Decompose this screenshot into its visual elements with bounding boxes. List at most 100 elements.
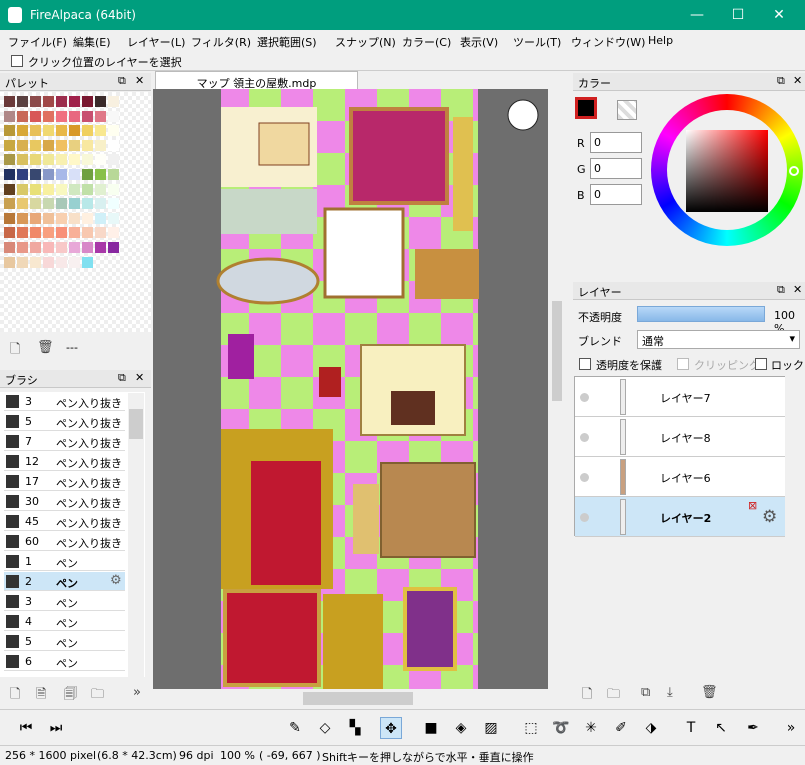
brush-item[interactable]: 4 ペン <box>4 612 125 631</box>
visibility-icon[interactable] <box>580 433 589 442</box>
palette-swatch[interactable] <box>95 198 106 210</box>
r-input[interactable]: 0 <box>590 132 642 153</box>
canvas-vertical-scrollbar[interactable] <box>548 91 566 689</box>
brush-item[interactable]: 3 ペン入り抜き <box>4 392 125 411</box>
layer-clear-icon[interactable]: ⊠ <box>748 499 757 512</box>
palette-swatch[interactable] <box>4 96 15 107</box>
palette-swatch[interactable] <box>30 125 41 137</box>
palette-swatch[interactable] <box>4 242 15 253</box>
g-input[interactable]: 0 <box>590 158 642 179</box>
undock-icon[interactable]: ⧉ <box>118 74 126 88</box>
gear-icon[interactable]: ⚙ <box>110 573 122 588</box>
palette-swatch[interactable] <box>82 110 93 122</box>
palette-swatch[interactable] <box>30 212 41 224</box>
brush-item[interactable]: 60 ペン入り抜き <box>4 532 125 551</box>
palette-swatch[interactable] <box>56 242 67 253</box>
select-rect-tool-icon[interactable]: ⬚ <box>520 717 542 739</box>
palette-swatch[interactable] <box>95 125 106 137</box>
hue-handle[interactable] <box>789 166 799 176</box>
palette-swatch[interactable] <box>43 212 54 224</box>
palette-swatch[interactable] <box>95 139 106 151</box>
palette-swatch[interactable] <box>4 256 15 268</box>
menu-edit[interactable]: 編集(E) <box>73 34 111 50</box>
palette-swatch[interactable] <box>30 183 41 195</box>
hue-wheel[interactable] <box>651 94 803 246</box>
layer-row[interactable]: レイヤー7 <box>575 377 785 417</box>
palette-swatch[interactable] <box>17 125 28 137</box>
clipping-checkbox[interactable] <box>677 358 689 370</box>
palette-swatch[interactable] <box>4 110 15 122</box>
palette-swatch[interactable] <box>108 139 119 151</box>
palette-swatch[interactable] <box>30 139 41 151</box>
palette-swatch[interactable] <box>69 256 80 268</box>
palette-swatch[interactable] <box>69 125 80 137</box>
palette-swatch[interactable] <box>69 110 80 122</box>
new-layer-icon[interactable]: 🗋 <box>582 685 592 707</box>
palette-swatch[interactable] <box>43 139 54 151</box>
palette-swatch[interactable] <box>56 256 67 268</box>
canvas-image[interactable] <box>153 89 548 689</box>
palette-swatch[interactable] <box>17 96 28 107</box>
eraser-tool-icon[interactable]: ◇ <box>314 717 336 739</box>
palette-swatch[interactable] <box>17 139 28 151</box>
close-icon[interactable]: ✕ <box>135 74 144 87</box>
magic-wand-tool-icon[interactable]: ✳ <box>580 717 602 739</box>
document-tab[interactable]: マップ 領主の屋敷.mdp <box>155 71 358 91</box>
palette-swatch[interactable] <box>17 256 28 268</box>
folder-icon[interactable]: 🗀 <box>607 685 620 707</box>
text-tool-icon[interactable]: T <box>680 717 702 739</box>
palette-swatch[interactable] <box>4 183 15 195</box>
palette-swatch[interactable] <box>30 110 41 122</box>
palette-swatch[interactable] <box>17 198 28 210</box>
select-layer-checkbox[interactable] <box>11 55 23 67</box>
palette-swatch[interactable] <box>82 242 93 253</box>
new-brush-icon[interactable]: 🗋 <box>10 685 20 707</box>
more-icon[interactable]: » <box>133 685 141 700</box>
brush-copy-icon[interactable]: 🗎 <box>36 685 46 707</box>
palette-swatch[interactable] <box>30 242 41 253</box>
undock-icon[interactable]: ⧉ <box>118 371 126 385</box>
transparent-color-swatch[interactable] <box>617 100 637 120</box>
palette-swatch[interactable] <box>82 125 93 137</box>
layer-row-selected[interactable]: レイヤー2 ⊠ ⚙ <box>575 497 785 537</box>
palette-swatch[interactable] <box>30 198 41 210</box>
palette-swatch[interactable] <box>17 183 28 195</box>
move-tool-icon[interactable]: ✥ <box>380 717 402 739</box>
palette-swatch[interactable] <box>4 154 15 166</box>
lock-checkbox[interactable] <box>755 358 767 370</box>
palette-swatch[interactable] <box>95 96 106 107</box>
brush-script-icon[interactable]: 🗐 <box>64 685 77 707</box>
select-eraser-tool-icon[interactable]: ⬗ <box>640 717 662 739</box>
palette-swatch[interactable] <box>43 125 54 137</box>
palette-swatch[interactable] <box>30 169 41 180</box>
minimize-button[interactable]: — <box>682 4 712 26</box>
palette-swatch[interactable] <box>56 169 67 180</box>
palette-swatch[interactable] <box>95 154 106 166</box>
palette-swatch[interactable] <box>56 154 67 166</box>
palette-swatch[interactable] <box>17 227 28 239</box>
menu-tool[interactable]: ツール(T) <box>513 34 561 50</box>
lasso-tool-icon[interactable]: ➰ <box>550 717 572 739</box>
palette-swatch[interactable] <box>4 169 15 180</box>
visibility-icon[interactable] <box>580 393 589 402</box>
palette-swatch[interactable] <box>69 169 80 180</box>
palette-swatch[interactable] <box>82 154 93 166</box>
merge-down-icon[interactable]: ⤓ <box>667 685 673 700</box>
blend-select[interactable]: 通常 ▾ <box>637 330 800 349</box>
close-icon[interactable]: ✕ <box>135 371 144 384</box>
opacity-slider[interactable] <box>637 306 765 322</box>
palette-swatch[interactable] <box>108 212 119 224</box>
palette-swatch[interactable] <box>82 169 93 180</box>
palette-swatch[interactable] <box>69 139 80 151</box>
palette-swatch[interactable] <box>69 227 80 239</box>
palette-swatch[interactable] <box>17 212 28 224</box>
palette-swatch[interactable] <box>56 96 67 107</box>
palette-swatch[interactable] <box>56 212 67 224</box>
saturation-value-square[interactable] <box>686 130 768 212</box>
palette-swatch[interactable] <box>82 183 93 195</box>
palette-swatch[interactable] <box>108 169 119 180</box>
visibility-icon[interactable] <box>580 513 589 522</box>
brush-item[interactable]: 12 ペン入り抜き <box>4 452 125 471</box>
palette-swatch[interactable] <box>82 139 93 151</box>
step-back-icon[interactable]: ⏮ <box>15 717 37 739</box>
